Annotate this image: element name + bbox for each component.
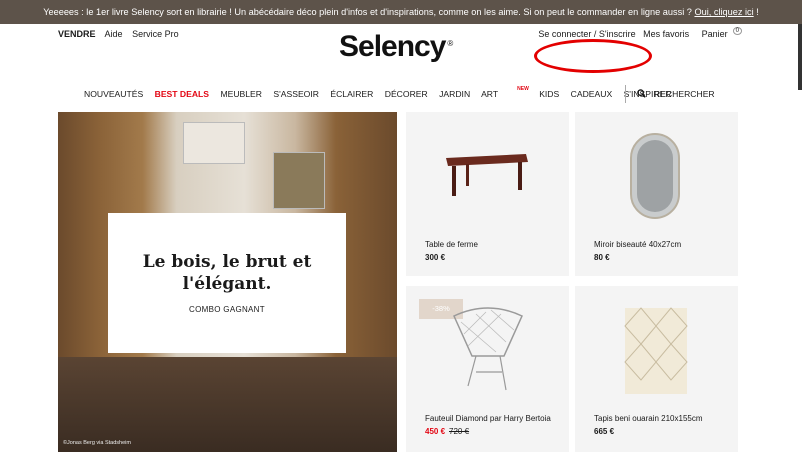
logo-text: Selency bbox=[339, 30, 446, 63]
wall-frame-1 bbox=[183, 122, 245, 164]
product-name: Tapis beni ouarain 210x155cm bbox=[594, 414, 703, 423]
banner-end: ! bbox=[753, 7, 759, 17]
header-right-links: Se connecter / S'inscrire Mes favoris Pa… bbox=[533, 27, 742, 39]
search-button[interactable]: RECHERCHER bbox=[637, 89, 715, 99]
nav-item-art[interactable]: ART NEW bbox=[481, 86, 529, 99]
new-tag: NEW bbox=[517, 86, 529, 92]
product-name: Miroir biseauté 40x27cm bbox=[594, 240, 682, 249]
hero-banner[interactable]: Le bois, le brut et l'élégant. COMBO GAG… bbox=[58, 112, 397, 452]
search-label: RECHERCHER bbox=[654, 89, 715, 99]
hero-floor bbox=[58, 357, 397, 452]
main-nav: NOUVEAUTÉS BEST DEALS MEUBLER S'ASSEOIR … bbox=[84, 86, 681, 99]
wall-frame-2 bbox=[273, 152, 325, 209]
logo[interactable]: Selency ® bbox=[339, 30, 453, 64]
nav-item-cadeaux[interactable]: CADEAUX bbox=[571, 89, 613, 99]
nav-item-eclairer[interactable]: ÉCLAIRER bbox=[330, 89, 373, 99]
banner-link[interactable]: Oui, cliquez ici bbox=[694, 7, 753, 17]
nav-item-kids[interactable]: KIDS bbox=[539, 89, 559, 99]
nav-item-nouveautes[interactable]: NOUVEAUTÉS bbox=[84, 89, 143, 99]
photo-credit: ©Jonas Berg via Stadsheim bbox=[63, 440, 131, 446]
product-price: 665 € bbox=[594, 427, 615, 436]
promo-banner: Yeeeees : le 1er livre Selency sort en l… bbox=[0, 0, 802, 24]
product-card[interactable]: Miroir biseauté 40x27cm 80 € bbox=[575, 112, 738, 276]
hero-title: Le bois, le brut et l'élégant. bbox=[142, 252, 312, 294]
old-price: 720 € bbox=[449, 427, 470, 436]
search-icon bbox=[637, 89, 646, 98]
service-pro-link[interactable]: Service Pro bbox=[132, 29, 179, 39]
cart-label: Panier bbox=[701, 29, 728, 39]
mirror-image bbox=[630, 133, 680, 219]
hero-card: Le bois, le brut et l'élégant. COMBO GAG… bbox=[108, 213, 346, 353]
product-card[interactable]: Table de ferme 300 € bbox=[406, 112, 569, 276]
annotation-circle bbox=[534, 39, 652, 73]
nav-item-decorer[interactable]: DÉCORER bbox=[385, 89, 428, 99]
header: VENDRE Aide Service Pro Selency ® Se conn… bbox=[0, 24, 802, 74]
nav-divider bbox=[625, 85, 626, 103]
banner-text: Yeeeees : le 1er livre Selency sort en l… bbox=[43, 7, 695, 17]
product-price: 450 €720 € bbox=[425, 427, 469, 436]
help-link[interactable]: Aide bbox=[105, 29, 123, 39]
login-link[interactable]: Se connecter / S'inscrire bbox=[538, 29, 635, 39]
product-name: Table de ferme bbox=[425, 240, 478, 249]
window-edge bbox=[798, 24, 802, 90]
nav-item-best-deals[interactable]: BEST DEALS bbox=[155, 89, 209, 99]
nav-item-jardin[interactable]: JARDIN bbox=[439, 89, 470, 99]
hero-subtitle: COMBO GAGNANT bbox=[189, 305, 265, 314]
farm-table-image bbox=[446, 154, 528, 196]
rug-image bbox=[624, 307, 688, 394]
nav-item-sasseoir[interactable]: S'ASSEOIR bbox=[273, 89, 319, 99]
sale-price: 450 € bbox=[425, 427, 446, 436]
nav-item-art-label: ART bbox=[481, 89, 499, 99]
cart-count-badge: 0 bbox=[732, 27, 742, 35]
nav-item-meubler[interactable]: MEUBLER bbox=[220, 89, 262, 99]
header-left-links: VENDRE Aide Service Pro bbox=[58, 29, 186, 39]
registered-mark: ® bbox=[447, 39, 453, 48]
sell-link[interactable]: VENDRE bbox=[58, 29, 96, 39]
cart-link[interactable]: Panier 0 bbox=[697, 27, 742, 39]
product-price: 80 € bbox=[594, 253, 610, 262]
favorites-link[interactable]: Mes favoris bbox=[643, 29, 689, 39]
diamond-chair-image bbox=[453, 307, 523, 391]
product-name: Fauteuil Diamond par Harry Bertoia bbox=[425, 414, 551, 423]
product-price: 300 € bbox=[425, 253, 446, 262]
product-card[interactable]: -38% Fauteuil Diamond par Harry Bertoia … bbox=[406, 286, 569, 452]
product-card[interactable]: Tapis beni ouarain 210x155cm 665 € bbox=[575, 286, 738, 452]
